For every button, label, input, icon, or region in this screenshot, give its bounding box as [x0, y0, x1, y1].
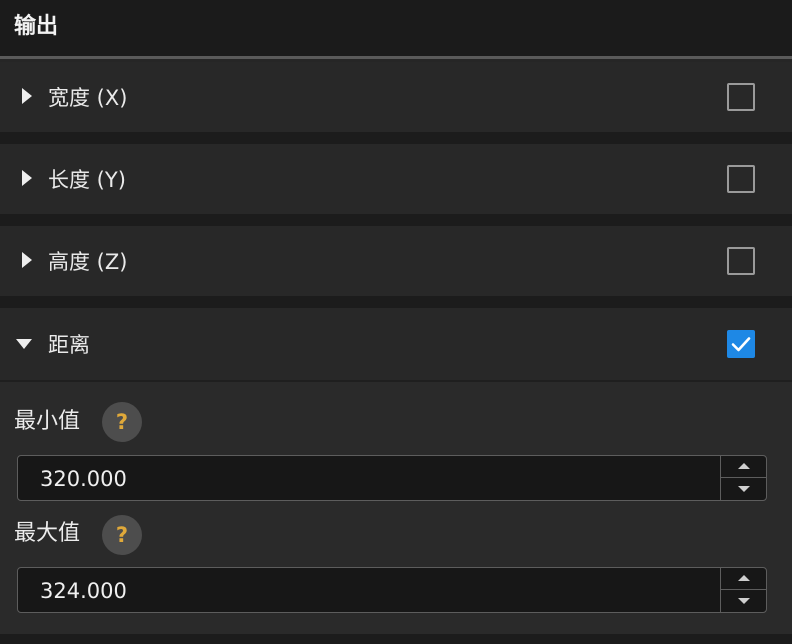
increment-button[interactable] [721, 456, 766, 478]
min-value-label: 最小值 [14, 409, 81, 434]
chevron-right-icon[interactable] [22, 252, 32, 268]
checkmark-icon [731, 337, 751, 352]
distance-checkbox[interactable] [727, 330, 755, 358]
max-value-label: 最大值 [14, 521, 81, 546]
distance-settings: 最小值 ? 320.000 最大值 ? 324.000 [0, 382, 792, 634]
chevron-right-icon[interactable] [22, 88, 32, 104]
arrow-up-icon [738, 575, 750, 581]
spin-buttons [720, 568, 766, 612]
panel-footer-gap [0, 634, 792, 644]
question-icon[interactable]: ? [102, 402, 142, 442]
arrow-down-icon [738, 598, 750, 604]
section-label: 距离 [48, 333, 90, 357]
section-width-x[interactable]: 宽度 (X) [0, 62, 792, 132]
decrement-button[interactable] [721, 478, 766, 500]
header-divider [0, 56, 792, 59]
increment-button[interactable] [721, 568, 766, 590]
chevron-down-icon[interactable] [16, 339, 32, 349]
max-value-spinbox[interactable]: 324.000 [17, 567, 767, 613]
width-x-checkbox[interactable] [727, 83, 755, 111]
section-label: 长度 (Y) [48, 168, 126, 192]
section-distance[interactable]: 距离 [0, 308, 792, 380]
arrow-down-icon [738, 486, 750, 492]
section-divider [0, 132, 792, 144]
section-label: 宽度 (X) [48, 86, 128, 110]
min-value-input[interactable]: 320.000 [40, 465, 127, 493]
output-panel: 输出 宽度 (X) 长度 (Y) 高度 (Z) 距离 最小值 ? 320.000… [0, 0, 792, 644]
section-label: 高度 (Z) [48, 250, 128, 274]
section-divider [0, 214, 792, 226]
section-length-y[interactable]: 长度 (Y) [0, 144, 792, 214]
spin-buttons [720, 456, 766, 500]
max-value-input[interactable]: 324.000 [40, 577, 127, 605]
section-divider [0, 296, 792, 308]
question-icon[interactable]: ? [102, 515, 142, 555]
chevron-right-icon[interactable] [22, 170, 32, 186]
arrow-up-icon [738, 463, 750, 469]
min-value-spinbox[interactable]: 320.000 [17, 455, 767, 501]
section-height-z[interactable]: 高度 (Z) [0, 226, 792, 296]
panel-header: 输出 [0, 0, 792, 56]
height-z-checkbox[interactable] [727, 247, 755, 275]
panel-title: 输出 [14, 14, 59, 39]
length-y-checkbox[interactable] [727, 165, 755, 193]
decrement-button[interactable] [721, 590, 766, 612]
